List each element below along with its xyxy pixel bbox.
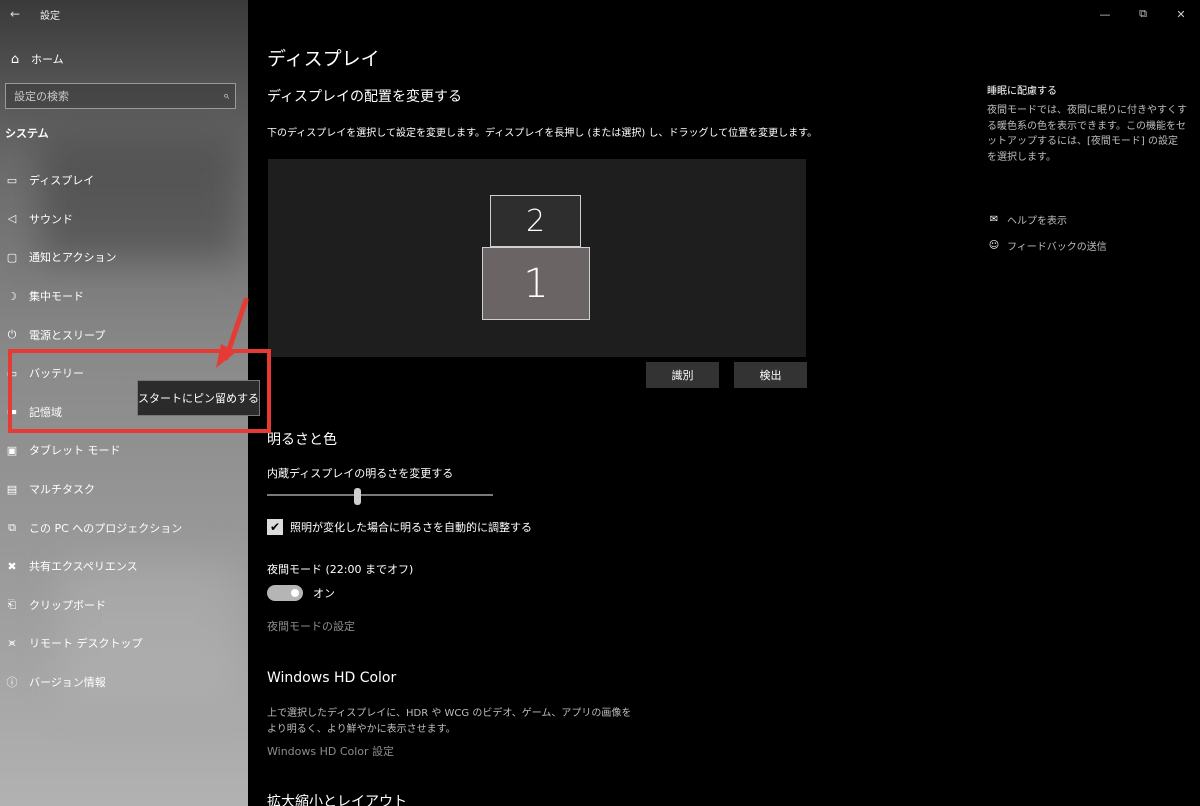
search-box[interactable]: ⌕ bbox=[5, 83, 236, 109]
multitask-icon: ▤ bbox=[6, 482, 18, 496]
sidebar-item-focus[interactable]: ☽ 集中モード bbox=[0, 277, 248, 316]
sidebar-item-shared[interactable]: ✖ 共有エクスペリエンス bbox=[0, 547, 248, 586]
window-controls: — ⧉ ✕ bbox=[1086, 0, 1200, 28]
toggle-state-label: オン bbox=[313, 587, 335, 600]
night-mode-settings-link[interactable]: 夜間モードの設定 bbox=[267, 618, 355, 634]
related-info-panel: 睡眠に配慮する 夜間モードでは、夜間に眠りに付きやすくする暖色系の色を表示できま… bbox=[987, 82, 1187, 165]
auto-brightness-label: 照明が変化した場合に明るさを自動的に調整する bbox=[290, 521, 532, 534]
info-icon: ⓘ bbox=[6, 676, 18, 690]
detect-button[interactable]: 検出 bbox=[734, 362, 807, 388]
help-link-label: ヘルプを表示 bbox=[1007, 216, 1067, 227]
sidebar-item-notifications[interactable]: ▢ 通知とアクション bbox=[0, 238, 248, 277]
shared-icon: ✖ bbox=[7, 559, 17, 573]
brightness-slider-label: 内蔵ディスプレイの明るさを変更する bbox=[267, 467, 454, 480]
sidebar-item-display[interactable]: ▭ ディスプレイ bbox=[0, 161, 248, 200]
monitor-2[interactable]: 2 bbox=[490, 195, 581, 247]
moon-icon: ☽ bbox=[7, 289, 17, 303]
sidebar-item-clipboard[interactable]: ⎗ クリップボード bbox=[0, 586, 248, 625]
toggle-knob bbox=[291, 589, 299, 597]
sidebar-item-projection[interactable]: ⧉ この PC へのプロジェクション bbox=[0, 508, 248, 547]
minimize-icon[interactable]: — bbox=[1086, 0, 1124, 28]
sidebar-item-remote-desktop[interactable]: ⪤ リモート デスクトップ bbox=[0, 624, 248, 663]
sidebar-item-label: リモート デスクトップ bbox=[29, 637, 143, 651]
related-info-description: 夜間モードでは、夜間に眠りに付きやすくする暖色系の色を表示できます。この機能をセ… bbox=[987, 105, 1187, 163]
sidebar-item-label: サウンド bbox=[29, 212, 73, 226]
app-title: 設定 bbox=[40, 10, 60, 22]
hdr-settings-link[interactable]: Windows HD Color 設定 bbox=[267, 743, 394, 759]
home-label: ホーム bbox=[31, 53, 64, 66]
clipboard-icon: ⎗ bbox=[7, 597, 17, 611]
help-link[interactable]: ✉ ヘルプを表示 bbox=[987, 212, 1067, 227]
sidebar-item-label: クリップボード bbox=[29, 598, 106, 612]
hdr-description-line: より明るく、より鮮やかに表示させます。 bbox=[267, 724, 456, 735]
search-icon[interactable]: ⌕ bbox=[223, 89, 229, 103]
restore-icon[interactable]: ⧉ bbox=[1124, 0, 1162, 28]
remote-desktop-icon: ⪤ bbox=[8, 636, 16, 650]
display-arrangement-canvas[interactable]: 2 1 bbox=[268, 159, 806, 357]
slider-thumb[interactable] bbox=[354, 488, 362, 505]
sidebar-item-label: ディスプレイ bbox=[29, 174, 95, 188]
title-bar: ← 設定 bbox=[0, 0, 248, 28]
night-mode-label: 夜間モード (22:00 までオフ) bbox=[267, 563, 414, 576]
sidebar-item-label: 集中モード bbox=[29, 290, 84, 304]
notification-icon: ▢ bbox=[6, 250, 18, 264]
sidebar-item-sound[interactable]: ◁ サウンド bbox=[0, 200, 248, 239]
sidebar-item-multitask[interactable]: ▤ マルチタスク bbox=[0, 470, 248, 509]
hdr-heading: Windows HD Color bbox=[267, 670, 397, 686]
related-info-title: 睡眠に配慮する bbox=[987, 86, 1057, 97]
speaker-icon: ◁ bbox=[7, 212, 17, 226]
page-title: ディスプレイ bbox=[267, 48, 380, 70]
brightness-slider[interactable] bbox=[267, 488, 493, 505]
section-label: システム bbox=[5, 127, 49, 140]
sidebar-item-label: 共有エクスペリエンス bbox=[29, 560, 138, 574]
feedback-link-label: フィードバックの送信 bbox=[1007, 242, 1107, 253]
sidebar-item-label: 通知とアクション bbox=[29, 251, 117, 265]
power-icon: ⏻ bbox=[7, 327, 17, 341]
sidebar-item-label: タブレット モード bbox=[29, 444, 121, 458]
sidebar-item-label: バージョン情報 bbox=[29, 676, 106, 690]
home-icon: ⌂ bbox=[10, 51, 20, 67]
scale-heading: 拡大縮小とレイアウト bbox=[267, 794, 407, 806]
arrange-description: 下のディスプレイを選択して設定を変更します。ディスプレイを長押し (または選択)… bbox=[267, 128, 818, 139]
back-arrow-icon[interactable]: ← bbox=[4, 3, 26, 25]
sidebar-item-tablet[interactable]: ▣ タブレット モード bbox=[0, 431, 248, 470]
sidebar-item-about[interactable]: ⓘ バージョン情報 bbox=[0, 663, 248, 702]
hdr-description-line: 上で選択したディスプレイに、HDR や WCG のビデオ、ゲーム、アプリの画像を bbox=[267, 708, 632, 719]
arrange-heading: ディスプレイの配置を変更する bbox=[267, 89, 463, 105]
close-icon[interactable]: ✕ bbox=[1162, 0, 1200, 28]
identify-button[interactable]: 識別 bbox=[646, 362, 719, 388]
hdr-description: 上で選択したディスプレイに、HDR や WCG のビデオ、ゲーム、アプリの画像を… bbox=[267, 706, 647, 738]
sidebar-item-label: この PC へのプロジェクション bbox=[29, 521, 183, 535]
search-input[interactable] bbox=[14, 89, 204, 103]
sidebar-item-label: 電源とスリープ bbox=[29, 328, 106, 342]
projection-icon: ⧉ bbox=[8, 520, 16, 534]
main-panel: — ⧉ ✕ ディスプレイ ディスプレイの配置を変更する 下のディスプレイを選択し… bbox=[248, 0, 1200, 806]
auto-brightness-checkbox[interactable]: ✔ bbox=[267, 519, 283, 535]
slider-track bbox=[267, 494, 493, 496]
feedback-person-icon: ☺ bbox=[988, 240, 1000, 251]
night-mode-toggle[interactable] bbox=[267, 585, 303, 601]
monitor-icon: ▭ bbox=[6, 173, 18, 187]
auto-brightness-checkbox-row[interactable]: ✔ 照明が変化した場合に明るさを自動的に調整する bbox=[267, 519, 532, 535]
feedback-link[interactable]: ☺ フィードバックの送信 bbox=[987, 238, 1107, 253]
sidebar-item-label: マルチタスク bbox=[29, 483, 95, 497]
brightness-heading: 明るさと色 bbox=[267, 432, 337, 448]
home-nav-item[interactable]: ⌂ ホーム bbox=[0, 46, 248, 72]
monitor-1[interactable]: 1 bbox=[482, 247, 590, 320]
pin-to-start-tooltip[interactable]: スタートにピン留めする bbox=[137, 380, 260, 416]
help-chat-icon: ✉ bbox=[989, 214, 999, 225]
night-mode-toggle-row[interactable]: オン bbox=[267, 585, 335, 601]
tablet-icon: ▣ bbox=[6, 443, 18, 457]
